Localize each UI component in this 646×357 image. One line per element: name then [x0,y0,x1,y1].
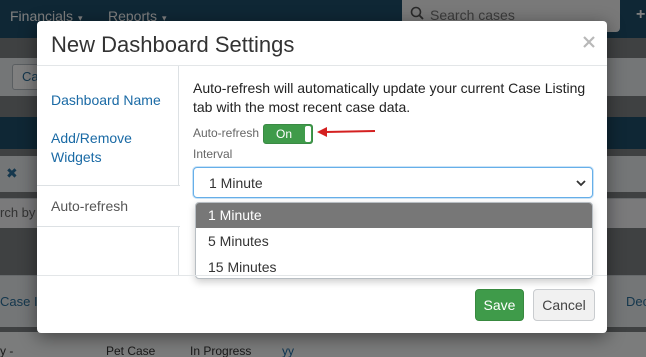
interval-option-1-minute[interactable]: 1 Minute [196,203,592,228]
interval-dropdown-list: 1 Minute 5 Minutes 15 Minutes [195,202,593,279]
interval-selected-value: 1 Minute [209,175,263,191]
annotation-arrow-icon [317,127,376,137]
chevron-down-icon [576,180,586,187]
interval-label: Interval [193,147,233,161]
interval-option-5-minutes[interactable]: 5 Minutes [196,229,592,254]
close-icon[interactable] [582,35,596,49]
save-button[interactable]: Save [475,289,524,321]
sidebar-item-dashboard-name[interactable]: Dashboard Name [37,91,179,110]
cancel-button[interactable]: Cancel [533,289,595,321]
dashboard-settings-modal: New Dashboard Settings Dashboard Name Ad… [37,21,607,333]
modal-header: New Dashboard Settings [37,21,607,66]
interval-select[interactable]: 1 Minute [193,167,593,198]
auto-refresh-description: Auto-refresh will automatically update y… [193,80,586,115]
sidebar-item-auto-refresh[interactable]: Auto-refresh [37,185,180,227]
modal-title: New Dashboard Settings [51,32,295,57]
sidebar-item-add-remove-widgets[interactable]: Add/Remove Widgets [37,129,157,167]
settings-sidebar: Dashboard Name Add/Remove Widgets Auto-r… [37,66,180,275]
toggle-knob [305,126,311,142]
toggle-state-label: On [276,127,293,141]
modal-footer: Save Cancel [37,275,607,333]
auto-refresh-label: Auto-refresh [193,126,260,140]
auto-refresh-toggle[interactable]: On [263,124,313,144]
